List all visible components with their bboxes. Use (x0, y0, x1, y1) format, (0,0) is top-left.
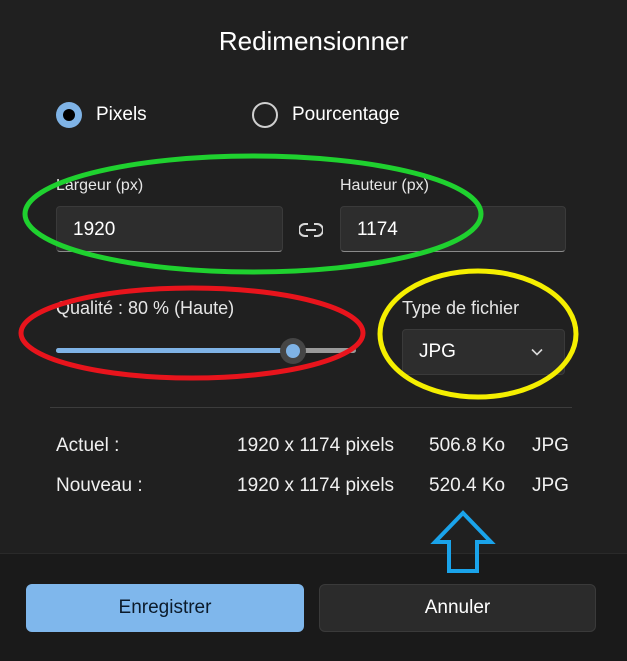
radio-pixels[interactable]: Pixels (56, 102, 147, 128)
radio-percentage[interactable]: Pourcentage (252, 102, 400, 128)
current-size: 506.8 Ko (429, 435, 506, 456)
radio-checked-icon (56, 102, 82, 128)
save-button[interactable]: Enregistrer (26, 584, 304, 632)
new-dimensions: 1920 x 1174 pixels (237, 475, 395, 496)
quality-slider-fill (56, 348, 293, 353)
chevron-down-icon (531, 348, 543, 356)
width-input[interactable]: 1920 (56, 206, 283, 252)
file-type-value: JPG (419, 341, 456, 362)
current-dimensions: 1920 x 1174 pixels (237, 435, 395, 456)
height-label: Hauteur (px) (340, 177, 429, 194)
cancel-button[interactable]: Annuler (319, 584, 596, 632)
quality-slider-thumb[interactable] (280, 338, 306, 364)
height-input[interactable]: 1174 (340, 206, 566, 252)
width-label: Largeur (px) (56, 177, 144, 194)
file-type-label: Type de fichier (402, 298, 520, 318)
dialog-title: Redimensionner (218, 26, 409, 56)
new-label: Nouveau : (56, 475, 143, 496)
resize-dialog: Redimensionner Pixels Pourcentage Largeu… (0, 0, 627, 661)
radio-unchecked-icon (252, 102, 278, 128)
radio-percentage-label: Pourcentage (292, 104, 400, 125)
link-aspect-ratio-icon[interactable] (299, 220, 323, 240)
current-format: JPG (532, 435, 569, 456)
divider (50, 407, 572, 408)
new-format: JPG (532, 475, 569, 496)
radio-pixels-label: Pixels (96, 104, 147, 125)
current-label: Actuel : (56, 435, 120, 456)
file-type-select[interactable]: JPG (402, 329, 565, 375)
quality-label: Qualité : 80 % (Haute) (56, 298, 235, 318)
new-size: 520.4 Ko (429, 475, 506, 496)
